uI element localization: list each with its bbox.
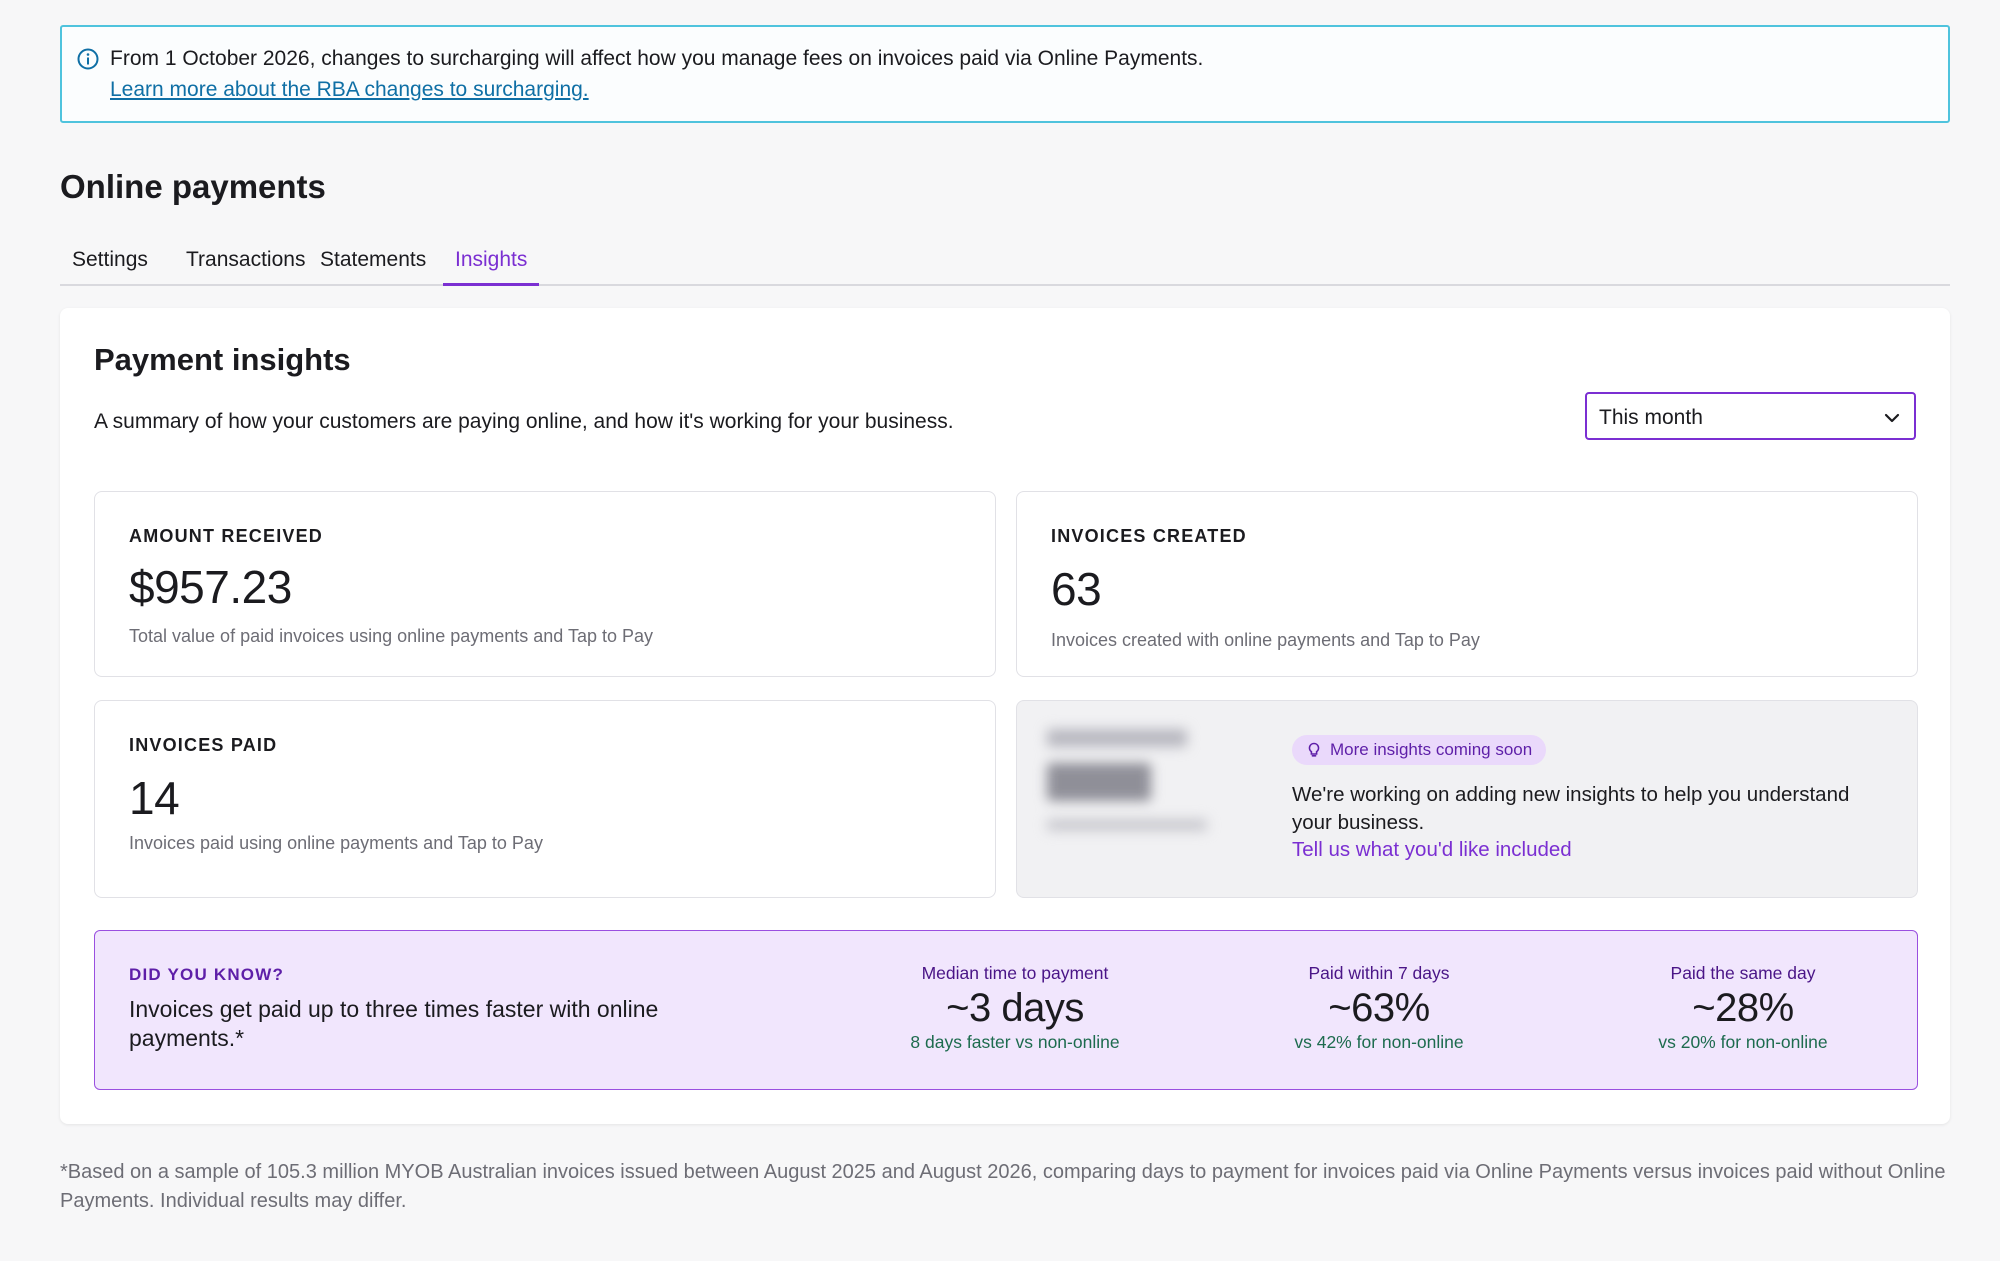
did-you-know-kicker: DID YOU KNOW?: [129, 965, 285, 984]
insights-title: Payment insights: [94, 342, 351, 377]
tile-description: Invoices created with online payments an…: [1051, 630, 1480, 650]
coming-soon-text: We're working on adding new insights to …: [1292, 783, 1850, 834]
tile-value: $957.23: [129, 561, 292, 613]
tile-description: Total value of paid invoices using onlin…: [129, 626, 654, 646]
metric-value: ~63%: [1328, 986, 1430, 1030]
tab-statements[interactable]: Statements: [308, 244, 438, 286]
metric-comparison: vs 20% for non-online: [1658, 1032, 1828, 1052]
metric-median-time: Median time to payment ~3 days 8 days fa…: [865, 963, 1165, 1053]
metric-value: ~28%: [1692, 986, 1794, 1030]
chevron-down-icon: [1884, 413, 1900, 423]
surcharging-info-banner: From 1 October 2026, changes to surcharg…: [60, 25, 1950, 123]
more-insights-tile: More insights coming soon We're working …: [1016, 700, 1918, 898]
footnote: *Based on a sample of 105.3 million MYOB…: [60, 1161, 1946, 1212]
metric-comparison: 8 days faster vs non-online: [910, 1032, 1120, 1052]
online-payments-page: From 1 October 2026, changes to surcharg…: [0, 0, 2000, 1261]
tab-settings[interactable]: Settings: [60, 244, 160, 286]
payment-insights-card: Payment insights A summary of how your c…: [60, 308, 1950, 1124]
tab-bar: Settings Transactions Statements Insight…: [60, 244, 1950, 286]
invoices-created-tile: INVOICES CREATED 63 Invoices created wit…: [1016, 491, 1918, 677]
did-you-know-panel: DID YOU KNOW? Invoices get paid up to th…: [94, 930, 1918, 1090]
insights-description: A summary of how your customers are payi…: [94, 410, 954, 433]
period-select-value: This month: [1599, 406, 1703, 429]
metric-value: ~3 days: [946, 986, 1084, 1030]
coming-soon-badge-label: More insights coming soon: [1330, 740, 1533, 759]
invoices-paid-tile: INVOICES PAID 14 Invoices paid using onl…: [94, 700, 996, 898]
tile-value: 63: [1051, 563, 1102, 615]
tab-transactions[interactable]: Transactions: [174, 244, 317, 286]
rba-surcharging-link[interactable]: Learn more about the RBA changes to surc…: [110, 78, 589, 102]
metric-comparison: vs 42% for non-online: [1294, 1032, 1464, 1052]
tile-value: 14: [129, 772, 180, 824]
metric-label: Median time to payment: [921, 963, 1109, 983]
metric-label: Paid the same day: [1670, 963, 1816, 983]
tab-insights[interactable]: Insights: [443, 244, 540, 286]
tile-label: INVOICES PAID: [129, 735, 278, 755]
metric-label: Paid within 7 days: [1308, 963, 1450, 983]
period-select[interactable]: This month: [1585, 392, 1916, 440]
amount-received-tile: AMOUNT RECEIVED $957.23 Total value of p…: [94, 491, 996, 677]
tile-description: Invoices paid using online payments and …: [129, 833, 543, 853]
page-title: Online payments: [60, 168, 326, 205]
did-you-know-headline: Invoices get paid up to three times fast…: [129, 996, 659, 1051]
lightbulb-icon: [1308, 742, 1320, 757]
banner-message: From 1 October 2026, changes to surcharg…: [110, 47, 1204, 70]
tile-label: INVOICES CREATED: [1051, 526, 1247, 546]
feedback-link[interactable]: Tell us what you'd like included: [1292, 838, 1572, 862]
info-icon: [77, 48, 99, 70]
coming-soon-badge: More insights coming soon: [1292, 735, 1547, 765]
blurred-placeholder-stat: [1047, 729, 1207, 831]
tile-label: AMOUNT RECEIVED: [129, 526, 324, 546]
metric-paid-within-7-days: Paid within 7 days ~63% vs 42% for non-o…: [1229, 963, 1529, 1053]
metric-paid-same-day: Paid the same day ~28% vs 20% for non-on…: [1593, 963, 1893, 1053]
